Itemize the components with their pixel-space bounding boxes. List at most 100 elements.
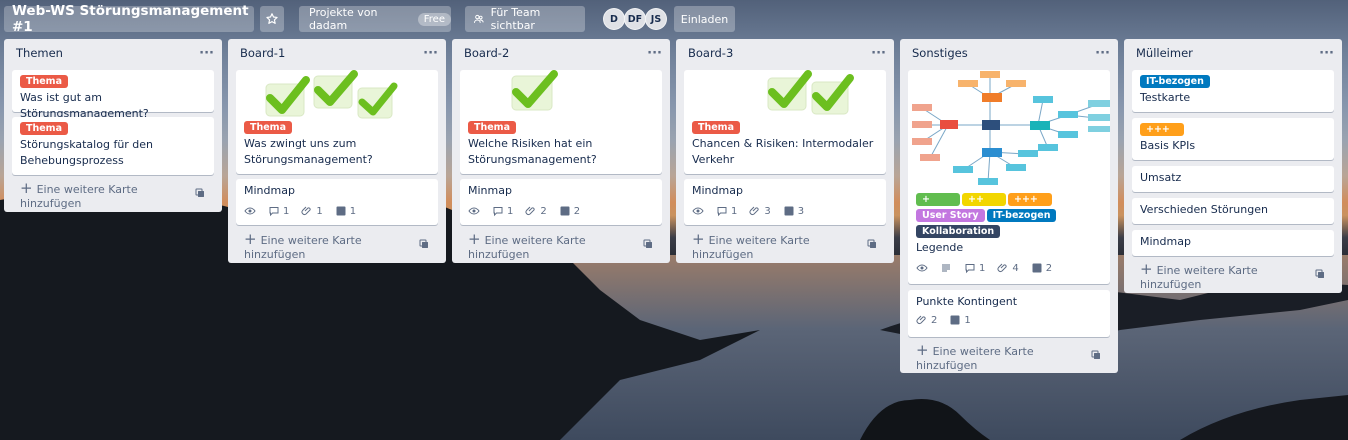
plan-badge: Free [417, 12, 451, 26]
template-icon[interactable] [866, 238, 878, 253]
card[interactable]: + ++ +++ User Story IT-bezogen Kollaboratio… [908, 70, 1110, 284]
workspace-button[interactable]: Projekte von dadam Free [299, 6, 451, 32]
card-label: IT-bezogen [986, 209, 1057, 222]
list-title[interactable]: Sonstiges [912, 46, 968, 60]
star-button[interactable] [260, 6, 284, 32]
card-title: Störungskatalog für den Behebungsprozess [20, 138, 154, 167]
list-title[interactable]: Mülleimer [1136, 46, 1193, 60]
paperclip-icon [525, 206, 535, 215]
card-label: Thema [244, 121, 292, 134]
add-card-button[interactable]: + Eine weitere Karte hinzufügen [908, 340, 1110, 372]
avatar[interactable]: D [603, 8, 625, 30]
watch-badge [916, 262, 928, 274]
comments-badge: 1 [964, 262, 985, 274]
list-menu-icon[interactable]: ··· [423, 46, 438, 61]
checklist-icon [560, 206, 570, 216]
card-cover-checkmarks [460, 70, 662, 120]
card[interactable]: IT-bezogen Testkarte [1132, 70, 1334, 112]
list-menu-icon[interactable]: ··· [1319, 46, 1334, 61]
card-title: Basis KPIs [1140, 139, 1196, 152]
card-label: Thema [20, 122, 68, 135]
template-icon[interactable] [1090, 349, 1102, 364]
card[interactable]: Punkte Kontingent 2 1 [908, 290, 1110, 337]
attachments-badge: 2 [525, 205, 547, 217]
card[interactable]: Thema Störungskatalog für den Behebungsp… [12, 117, 214, 175]
attachments-badge: 2 [916, 314, 937, 326]
card[interactable]: Mindmap 1 3 3 [684, 179, 886, 225]
comment-icon [269, 207, 279, 217]
checkmark-icon [265, 76, 310, 117]
avatar[interactable]: DF [624, 8, 646, 30]
card[interactable]: Mindmap [1132, 230, 1334, 256]
list-menu-icon[interactable]: ··· [871, 46, 886, 61]
card-title: Chancen & Risiken: Intermodaler Verkehr [692, 137, 874, 166]
add-card-button[interactable]: + Eine weitere Karte hinzufügen [1132, 260, 1334, 291]
card-badges: 1 4 2 [916, 262, 1102, 274]
card-badges: 1 2 2 [468, 205, 654, 217]
board-title[interactable]: Web-WS Störungsmanagement #1 [4, 3, 254, 35]
template-icon[interactable] [418, 238, 430, 253]
list-sonstiges: Sonstiges ··· + ++ +++ User Story IT-bezoge… [900, 39, 1118, 373]
template-icon[interactable] [1314, 268, 1326, 283]
watch-badge [692, 205, 704, 217]
card[interactable]: Thema Was zwingt uns zum Störungsmanagem… [236, 70, 438, 174]
card-title: Punkte Kontingent [916, 295, 1018, 308]
invite-button[interactable]: Einladen [674, 6, 735, 32]
card[interactable]: Minmap 1 2 2 [460, 179, 662, 225]
list-menu-icon[interactable]: ··· [1095, 46, 1110, 61]
checklist-badge: 3 [783, 205, 804, 217]
card[interactable]: Thema Was ist gut am Störungsmanagement? [12, 70, 214, 120]
card-title: Welche Risiken hat ein Störungsmanagemen… [468, 137, 597, 166]
card[interactable]: Verschieden Störungen [1132, 198, 1334, 224]
card-badges: 1 3 3 [692, 205, 878, 217]
avatar[interactable]: JS [645, 8, 667, 30]
add-card-button[interactable]: + Eine weitere Karte hinzufügen [460, 230, 662, 261]
card-label: +++ [1008, 193, 1052, 206]
add-card-label: Eine weitere Karte hinzufügen [1140, 263, 1258, 291]
card-badges: 1 1 1 [244, 205, 430, 217]
list-menu-icon[interactable]: ··· [199, 46, 214, 61]
list-title[interactable]: Board-1 [240, 46, 285, 60]
card-title: Mindmap [692, 184, 743, 197]
comments-badge: 1 [492, 205, 513, 217]
list-menu-icon[interactable]: ··· [647, 46, 662, 61]
list-title[interactable]: Themen [16, 46, 63, 60]
list-title[interactable]: Board-2 [464, 46, 509, 60]
card-title: Verschieden Störungen [1140, 203, 1268, 216]
add-card-button[interactable]: + Eine weitere Karte hinzufügen [236, 229, 438, 261]
plus-icon: + [916, 340, 929, 359]
add-card-label: Eine weitere Karte hinzufügen [692, 233, 810, 261]
card-label: IT-bezogen [1140, 75, 1210, 88]
watch-badge [244, 205, 256, 217]
card-title: Minmap [468, 184, 512, 197]
list-board-2: Board-2 ··· Thema Welche Risiken hat ein… [452, 39, 670, 263]
card[interactable]: Mindmap 1 1 1 [236, 179, 438, 225]
comment-icon [717, 207, 727, 217]
card[interactable]: Thema Chancen & Risiken: Intermodaler Ve… [684, 70, 886, 174]
attachments-badge: 1 [301, 205, 323, 217]
list-muelleimer: Mülleimer ··· IT-bezogen Testkarte +++ B… [1124, 39, 1342, 293]
card[interactable]: Thema Welche Risiken hat ein Störungsman… [460, 70, 662, 174]
add-card-button[interactable]: + Eine weitere Karte hinzufügen [684, 230, 886, 261]
card[interactable]: +++ Basis KPIs [1132, 118, 1334, 160]
checklist-badge: 1 [335, 205, 356, 217]
plus-icon: + [244, 229, 257, 248]
eye-icon [244, 207, 256, 215]
comments-badge: 1 [716, 205, 737, 217]
card-label: +++ [1140, 123, 1184, 136]
checklist-icon [336, 206, 346, 216]
template-icon[interactable] [194, 187, 206, 202]
card-label: ++ [962, 193, 1006, 206]
add-card-label: Eine weitere Karte hinzufügen [20, 182, 138, 210]
paperclip-icon [916, 315, 926, 324]
list-title[interactable]: Board-3 [688, 46, 733, 60]
template-icon[interactable] [642, 238, 654, 253]
card-badges: 2 1 [916, 314, 1102, 326]
visibility-button[interactable]: Für Team sichtbar [465, 6, 585, 32]
comment-icon [493, 207, 503, 217]
checkmark-icon [511, 70, 558, 111]
card[interactable]: Umsatz [1132, 166, 1334, 192]
card-cover-checkmarks [684, 70, 886, 120]
add-card-button[interactable]: + Eine weitere Karte hinzufügen [12, 179, 214, 210]
list-header: Board-3 ··· [676, 39, 894, 67]
